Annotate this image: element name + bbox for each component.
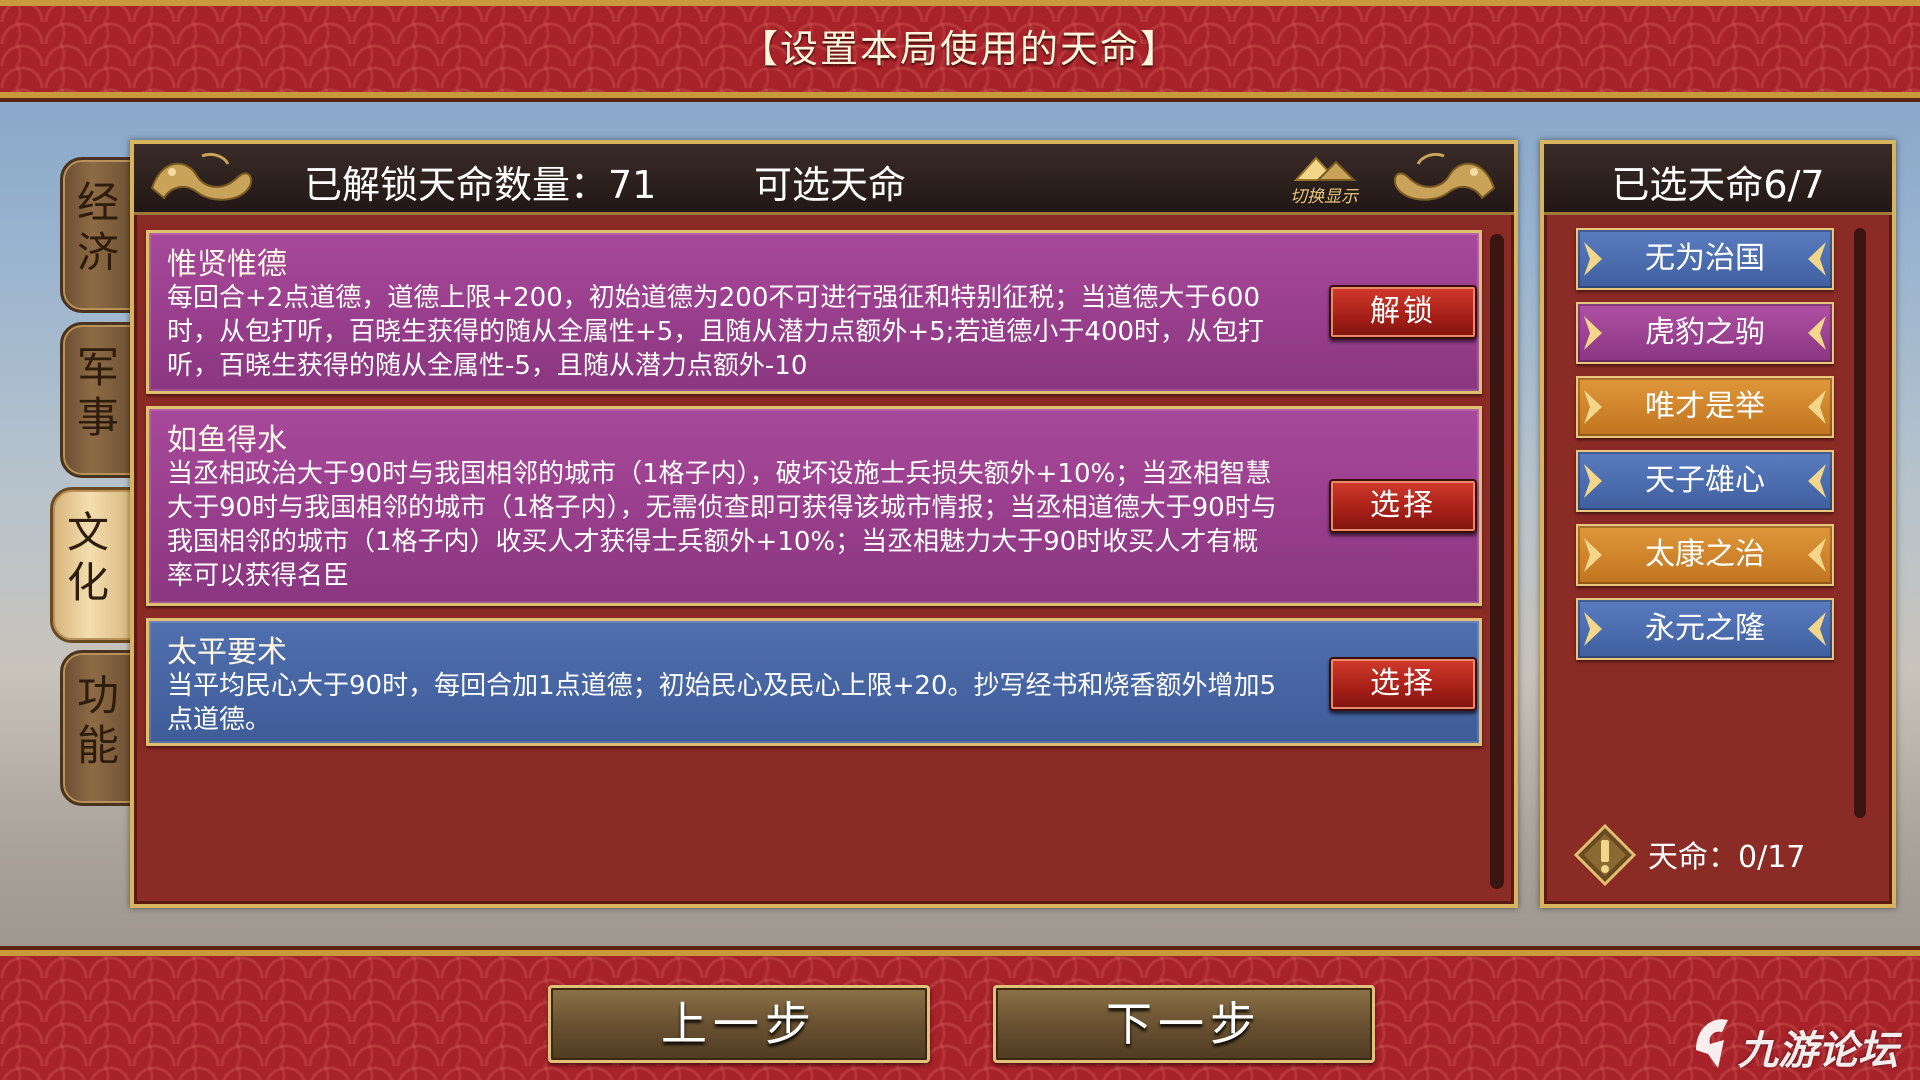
chevron-left-icon bbox=[1808, 464, 1826, 498]
chosen-fate-label: 天子雄心 bbox=[1645, 463, 1765, 498]
fate-card: 太平要术 当平均民心大于90时，每回合加1点道德；初始民心及民心上限+20。抄写… bbox=[146, 618, 1482, 746]
switch-display-label[interactable]: 切换显示 bbox=[1274, 182, 1374, 207]
fate-description: 当丞相政治大于90时与我国相邻的城市（1格子内），破坏设施士兵损失额外+10%；… bbox=[167, 459, 1277, 591]
selected-fates-panel: 已选天命6/7 无为治国 虎豹之驹 唯才是举 天子雄心 太康之治 永元之隆 天命… bbox=[1540, 140, 1896, 908]
chevron-right-icon bbox=[1584, 612, 1602, 646]
top-gold-trim bbox=[0, 0, 1920, 6]
tab-culture[interactable]: 文化 bbox=[50, 487, 138, 643]
chevron-right-icon bbox=[1584, 538, 1602, 572]
fate-name: 惟贤惟德 bbox=[167, 247, 287, 282]
next-step-button[interactable]: 下一步 bbox=[993, 985, 1375, 1063]
chevron-left-icon bbox=[1808, 242, 1826, 276]
chevron-left-icon bbox=[1808, 612, 1826, 646]
available-fates-panel: 已解锁天命数量：71 可选天命 切换显示 惟贤惟德 每回合+2点道德，道德上限+… bbox=[130, 140, 1518, 908]
fate-count: 天命：0/17 bbox=[1648, 840, 1806, 875]
available-fates-header: 已解锁天命数量：71 可选天命 切换显示 bbox=[134, 144, 1514, 215]
tab-military-label: 军事 bbox=[77, 343, 120, 442]
select-button[interactable]: 选择 bbox=[1329, 657, 1477, 711]
tab-function-label: 功能 bbox=[77, 671, 120, 770]
unlock-button[interactable]: 解锁 bbox=[1329, 285, 1477, 339]
bottom-banner bbox=[0, 950, 1920, 1080]
fate-card: 惟贤惟德 每回合+2点道德，道德上限+200，初始道德为200不可进行强征和特别… bbox=[146, 230, 1482, 394]
top-banner: 【设置本局使用的天命】 bbox=[0, 0, 1920, 98]
chosen-fate-label: 唯才是举 bbox=[1645, 389, 1765, 424]
chevron-left-icon bbox=[1808, 390, 1826, 424]
chosen-fate-item[interactable]: 虎豹之驹 bbox=[1576, 302, 1834, 364]
selected-fates-scrollbar[interactable] bbox=[1854, 228, 1866, 818]
select-button[interactable]: 选择 bbox=[1329, 479, 1477, 533]
chevron-right-icon bbox=[1584, 242, 1602, 276]
fate-card: 如鱼得水 当丞相政治大于90时与我国相邻的城市（1格子内），破坏设施士兵损失额外… bbox=[146, 406, 1482, 606]
previous-step-button[interactable]: 上一步 bbox=[548, 985, 930, 1063]
available-fates-title: 可选天命 bbox=[754, 163, 907, 207]
chosen-fate-item[interactable]: 永元之隆 bbox=[1576, 598, 1834, 660]
fate-description: 当平均民心大于90时，每回合加1点道德；初始民心及民心上限+20。抄写经书和烧香… bbox=[167, 671, 1277, 735]
tab-function[interactable]: 功能 bbox=[60, 650, 140, 806]
chevron-right-icon bbox=[1584, 390, 1602, 424]
unlocked-count: 已解锁天命数量：71 bbox=[304, 163, 657, 207]
chosen-fate-item[interactable]: 太康之治 bbox=[1576, 524, 1834, 586]
chevron-left-icon bbox=[1808, 316, 1826, 350]
chosen-fate-label: 虎豹之驹 bbox=[1645, 315, 1765, 350]
available-fates-scrollbar[interactable] bbox=[1490, 234, 1504, 889]
fate-name: 太平要术 bbox=[167, 635, 287, 670]
tab-economy[interactable]: 经济 bbox=[60, 157, 140, 313]
dragon-ornament-right-icon bbox=[1393, 152, 1496, 201]
game-screen: 【设置本局使用的天命】 经济 军事 文化 功能 已解锁天命数量：71 可选天命 … bbox=[0, 0, 1920, 1080]
page-title: 【设置本局使用的天命】 bbox=[739, 27, 1180, 71]
fate-description: 每回合+2点道德，道德上限+200，初始道德为200不可进行强征和特别征税；当道… bbox=[167, 283, 1265, 381]
warning-icon bbox=[1574, 824, 1636, 886]
chevron-left-icon bbox=[1808, 538, 1826, 572]
watermark-text: 九游论坛 bbox=[1738, 1028, 1898, 1074]
tab-culture-label: 文化 bbox=[67, 508, 110, 607]
chevron-right-icon bbox=[1584, 464, 1602, 498]
fate-name: 如鱼得水 bbox=[167, 423, 287, 458]
chosen-fate-item[interactable]: 无为治国 bbox=[1576, 228, 1834, 290]
chosen-fate-item[interactable]: 天子雄心 bbox=[1576, 450, 1834, 512]
tab-economy-label: 经济 bbox=[77, 178, 120, 277]
chosen-fate-item[interactable]: 唯才是举 bbox=[1576, 376, 1834, 438]
chosen-fate-label: 永元之隆 bbox=[1645, 611, 1765, 646]
chosen-fate-label: 太康之治 bbox=[1645, 537, 1765, 572]
selected-fates-header: 已选天命6/7 bbox=[1544, 144, 1892, 215]
selected-fates-title: 已选天命6/7 bbox=[1611, 163, 1825, 207]
tab-military[interactable]: 军事 bbox=[60, 322, 140, 478]
dragon-ornament-left-icon bbox=[150, 152, 253, 201]
chevron-right-icon bbox=[1584, 316, 1602, 350]
chosen-fate-label: 无为治国 bbox=[1645, 241, 1765, 276]
